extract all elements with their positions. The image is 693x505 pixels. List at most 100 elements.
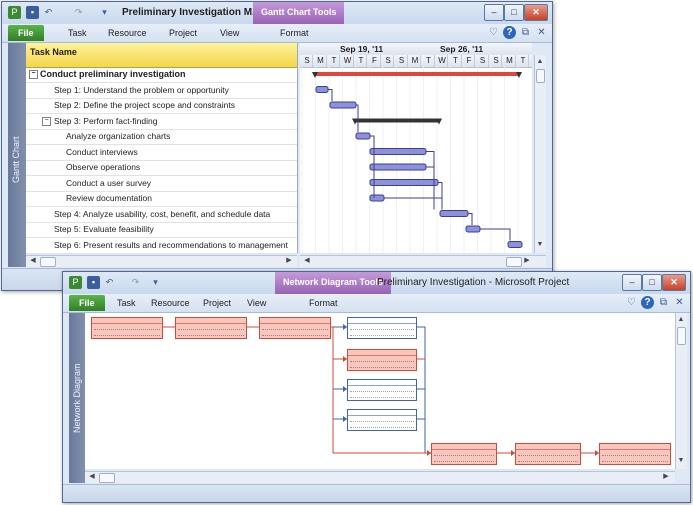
- scroll-left-icon[interactable]: ◀: [302, 256, 312, 266]
- connector: [329, 326, 334, 453]
- network-node[interactable]: [515, 443, 581, 465]
- vertical-scrollbar[interactable]: ▲ ▼: [675, 313, 687, 469]
- scroll-up-icon[interactable]: ▲: [535, 57, 545, 67]
- tab-format[interactable]: Format: [280, 26, 309, 41]
- minimize-button[interactable]: –: [484, 4, 504, 21]
- minimize-button[interactable]: –: [622, 274, 642, 291]
- undo-icon[interactable]: ↶: [103, 276, 116, 289]
- scroll-left-icon[interactable]: ◀: [28, 256, 38, 266]
- task-name: Step 2: Define the project scope and con…: [54, 100, 235, 110]
- task-row[interactable]: Step 2: Define the project scope and con…: [26, 98, 297, 114]
- scroll-thumb[interactable]: [536, 69, 545, 83]
- scroll-up-icon[interactable]: ▲: [676, 315, 686, 325]
- close-button[interactable]: ✕: [662, 274, 686, 291]
- task-row[interactable]: Conduct a user survey: [26, 176, 297, 192]
- network-node[interactable]: [347, 317, 417, 339]
- scroll-thumb[interactable]: [99, 473, 115, 483]
- scroll-right-icon[interactable]: ▶: [284, 256, 294, 266]
- task-row[interactable]: Step 4: Analyze usability, cost, benefit…: [26, 207, 297, 223]
- tab-file[interactable]: File: [8, 25, 44, 41]
- scroll-thumb[interactable]: [506, 257, 522, 267]
- timescale-day: W: [343, 55, 354, 67]
- timescale-week: Sep 26, '11: [440, 44, 484, 54]
- collapse-icon[interactable]: −: [29, 70, 38, 79]
- redo-icon[interactable]: ↷: [72, 6, 85, 19]
- task-name-column-header[interactable]: Task Name: [26, 43, 297, 68]
- task-row[interactable]: Observe operations: [26, 160, 297, 176]
- vertical-scrollbar[interactable]: ▲ ▼: [534, 55, 546, 253]
- task-row[interactable]: Step 5: Evaluate feasibility: [26, 222, 297, 238]
- timescale-day: M: [505, 55, 516, 67]
- tab-project[interactable]: Project: [169, 26, 197, 41]
- maximize-button[interactable]: □: [642, 274, 662, 291]
- network-node[interactable]: [347, 379, 417, 401]
- task-row[interactable]: Step 1: Understand the problem or opport…: [26, 83, 297, 99]
- help-icon[interactable]: ?: [503, 26, 516, 39]
- network-node[interactable]: [599, 443, 671, 465]
- customize-qat-icon[interactable]: ▾: [98, 6, 111, 19]
- timescale-day: S: [397, 55, 408, 67]
- gantt-chart: Sep 19, '11 Sep 26, '11 SMTWTFSSMTWTFSSM…: [300, 43, 532, 253]
- tab-format[interactable]: Format: [309, 296, 338, 311]
- scroll-right-icon[interactable]: ▶: [522, 256, 532, 266]
- gantt-chart-tools-tab[interactable]: Gantt Chart Tools: [253, 2, 345, 24]
- task-row[interactable]: − Step 3: Perform fact-finding: [26, 114, 297, 130]
- tab-file[interactable]: File: [69, 295, 105, 311]
- undo-icon[interactable]: ↶: [42, 6, 55, 19]
- close-icon: ✕: [532, 7, 540, 17]
- window-title: Preliminary Investigation - Microsoft Pr…: [377, 277, 570, 288]
- task-row[interactable]: − Conduct preliminary investigation: [26, 67, 297, 83]
- timescale-day: F: [464, 55, 475, 67]
- status-bar: [63, 484, 690, 502]
- restore-icon[interactable]: ⧉: [657, 296, 670, 309]
- restore-icon[interactable]: ⧉: [519, 26, 532, 39]
- network-node[interactable]: [175, 317, 247, 339]
- task-row[interactable]: Step 6: Present results and recommendati…: [26, 238, 297, 254]
- ribbon-collapse-icon[interactable]: ♡: [487, 26, 500, 39]
- scroll-left-icon[interactable]: ◀: [87, 472, 97, 482]
- close-button[interactable]: ✕: [524, 4, 548, 21]
- tab-task[interactable]: Task: [117, 296, 136, 311]
- network-diagram-tools-tab[interactable]: Network Diagram Tools: [275, 272, 391, 294]
- project-icon[interactable]: P: [69, 276, 82, 289]
- timescale-week: Sep 19, '11: [340, 44, 384, 54]
- tab-task[interactable]: Task: [68, 26, 87, 41]
- network-node[interactable]: [431, 443, 497, 465]
- task-row[interactable]: Review documentation: [26, 191, 297, 207]
- task-row[interactable]: Conduct interviews: [26, 145, 297, 161]
- tab-project[interactable]: Project: [203, 296, 231, 311]
- timescale-day: S: [383, 55, 394, 67]
- dependency-link: [468, 213, 473, 225]
- ribbon: File Task Resource Project View Format ♡…: [2, 24, 552, 43]
- scroll-down-icon[interactable]: ▼: [535, 240, 545, 250]
- collapse-icon[interactable]: −: [42, 116, 51, 126]
- scroll-right-icon[interactable]: ▶: [661, 472, 671, 482]
- scroll-thumb[interactable]: [677, 327, 686, 345]
- close-document-icon[interactable]: ✕: [535, 26, 548, 39]
- customize-qat-icon[interactable]: ▾: [149, 276, 162, 289]
- scroll-down-icon[interactable]: ▼: [676, 456, 686, 466]
- network-node[interactable]: [91, 317, 163, 339]
- chart-horizontal-scrollbar[interactable]: ◀ ▶: [300, 255, 546, 267]
- tab-resource[interactable]: Resource: [108, 26, 147, 41]
- ribbon-collapse-icon[interactable]: ♡: [625, 296, 638, 309]
- table-horizontal-scrollbar[interactable]: ◀ ▶: [26, 255, 297, 267]
- help-icon[interactable]: ?: [641, 296, 654, 309]
- horizontal-scrollbar[interactable]: ◀ ▶: [85, 471, 675, 483]
- task-row[interactable]: Analyze organization charts: [26, 129, 297, 145]
- close-document-icon[interactable]: ✕: [673, 296, 686, 309]
- tab-view[interactable]: View: [220, 26, 239, 41]
- tab-view[interactable]: View: [247, 296, 266, 311]
- task-name: Review documentation: [66, 193, 152, 203]
- project-icon[interactable]: P: [8, 6, 21, 19]
- network-node[interactable]: [259, 317, 331, 339]
- save-icon[interactable]: ▪: [26, 6, 39, 19]
- network-node[interactable]: [347, 349, 417, 371]
- scroll-thumb[interactable]: [40, 257, 56, 267]
- redo-icon[interactable]: ↷: [129, 276, 142, 289]
- maximize-button[interactable]: □: [504, 4, 524, 21]
- save-icon[interactable]: ▪: [87, 276, 100, 289]
- network-node[interactable]: [347, 409, 417, 431]
- view-bar: Network Diagram: [69, 313, 85, 483]
- tab-resource[interactable]: Resource: [151, 296, 190, 311]
